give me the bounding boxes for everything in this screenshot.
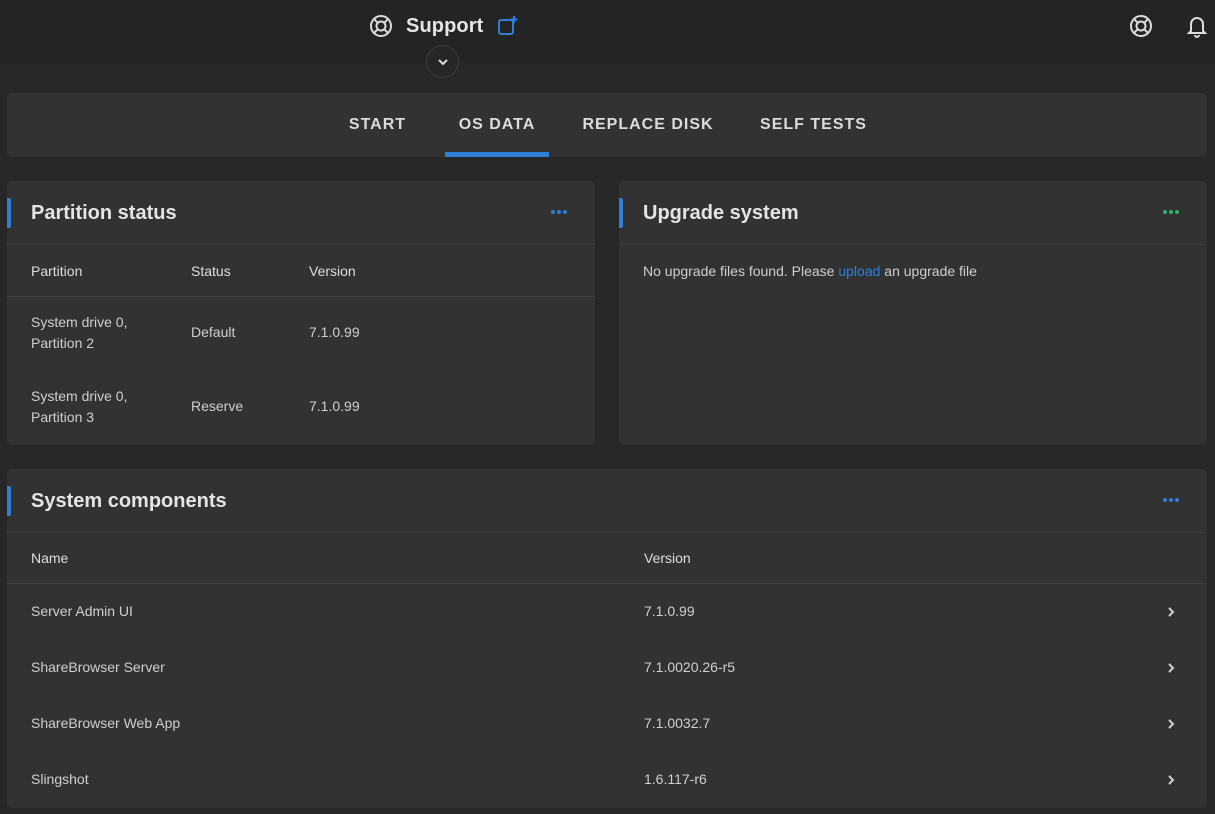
- component-version: 7.1.0032.7: [644, 715, 711, 731]
- system-components-card: System components Name Version Server Ad…: [7, 469, 1207, 808]
- partition-cell: System drive 0, Partition 3: [31, 386, 127, 428]
- chevron-right-icon[interactable]: [1163, 660, 1179, 676]
- partition-status-card: Partition status Partition Status Versio…: [7, 181, 595, 445]
- card-header: System components: [7, 469, 1207, 533]
- component-row-slingshot[interactable]: Slingshot 1.6.117-r6: [7, 752, 1207, 808]
- partition-line: System drive 0,: [31, 314, 128, 330]
- tab-replace-disk[interactable]: REPLACE DISK: [574, 93, 722, 157]
- card-accent-bar: [619, 198, 623, 228]
- chevron-right-icon[interactable]: [1163, 604, 1179, 620]
- upgrade-message: No upgrade files found. Please upload an…: [643, 263, 977, 279]
- lifebuoy-icon: [369, 14, 393, 38]
- more-options-icon[interactable]: [1161, 492, 1181, 508]
- card-title: System components: [31, 490, 227, 512]
- top-bar: Support: [0, 0, 1215, 78]
- chevron-right-icon[interactable]: [1163, 772, 1179, 788]
- component-version: 7.1.0020.26-r5: [644, 659, 736, 675]
- column-header-version: Version: [309, 263, 356, 279]
- component-version: 7.1.0.99: [644, 603, 695, 619]
- partition-line: Partition 2: [31, 335, 95, 351]
- column-header-name: Name: [31, 550, 69, 566]
- more-options-icon[interactable]: [549, 204, 569, 220]
- open-in-new-window-icon[interactable]: [497, 15, 519, 37]
- tab-label: SELF TESTS: [760, 116, 867, 133]
- card-title: Upgrade system: [643, 202, 799, 224]
- collapse-header-button[interactable]: [426, 45, 459, 78]
- partition-line: Partition 3: [31, 409, 95, 425]
- component-row-server-admin-ui[interactable]: Server Admin UI 7.1.0.99: [7, 584, 1207, 640]
- tab-bar: START OS DATA REPLACE DISK SELF TESTS: [7, 93, 1207, 157]
- upgrade-message-text: No upgrade files found. Please: [643, 263, 839, 279]
- status-cell: Default: [191, 324, 236, 340]
- column-header-version: Version: [644, 550, 691, 566]
- component-row-sharebrowser-server[interactable]: ShareBrowser Server 7.1.0020.26-r5: [7, 640, 1207, 696]
- version-cell: 7.1.0.99: [309, 324, 360, 340]
- card-header: Upgrade system: [619, 181, 1207, 245]
- upload-link[interactable]: upload: [838, 263, 880, 279]
- column-header-status: Status: [191, 263, 231, 279]
- column-header-partition: Partition: [31, 263, 83, 279]
- divider: [7, 296, 595, 297]
- version-cell: 7.1.0.99: [309, 398, 360, 414]
- tab-os-data[interactable]: OS DATA: [445, 93, 549, 157]
- component-version: 1.6.117-r6: [644, 771, 707, 787]
- tab-start[interactable]: START: [335, 93, 420, 157]
- status-cell: Reserve: [191, 398, 244, 414]
- partition-line: System drive 0,: [31, 388, 128, 404]
- upgrade-message-text: an upgrade file: [880, 263, 977, 279]
- chevron-right-icon[interactable]: [1163, 716, 1179, 732]
- bell-icon[interactable]: [1184, 13, 1210, 39]
- card-header: Partition status: [7, 181, 595, 245]
- help-lifebuoy-icon[interactable]: [1128, 13, 1154, 39]
- more-options-icon[interactable]: [1161, 204, 1181, 220]
- partition-cell: System drive 0, Partition 2: [31, 312, 127, 354]
- tab-label: OS DATA: [458, 116, 536, 133]
- card-accent-bar: [7, 198, 11, 228]
- chevron-down-icon: [437, 56, 449, 68]
- tab-label: REPLACE DISK: [582, 116, 714, 133]
- card-title: Partition status: [31, 202, 177, 224]
- upgrade-system-card: Upgrade system No upgrade files found. P…: [619, 181, 1207, 445]
- component-name: ShareBrowser Server: [31, 659, 165, 675]
- component-name: Server Admin UI: [31, 603, 133, 619]
- tab-self-tests[interactable]: SELF TESTS: [748, 93, 879, 157]
- component-row-sharebrowser-web-app[interactable]: ShareBrowser Web App 7.1.0032.7: [7, 696, 1207, 752]
- page-title: Support: [406, 14, 484, 37]
- page-header: Support: [369, 12, 519, 40]
- tab-label: START: [348, 116, 407, 133]
- card-accent-bar: [7, 486, 11, 516]
- component-name: Slingshot: [31, 771, 89, 787]
- component-name: ShareBrowser Web App: [31, 715, 181, 731]
